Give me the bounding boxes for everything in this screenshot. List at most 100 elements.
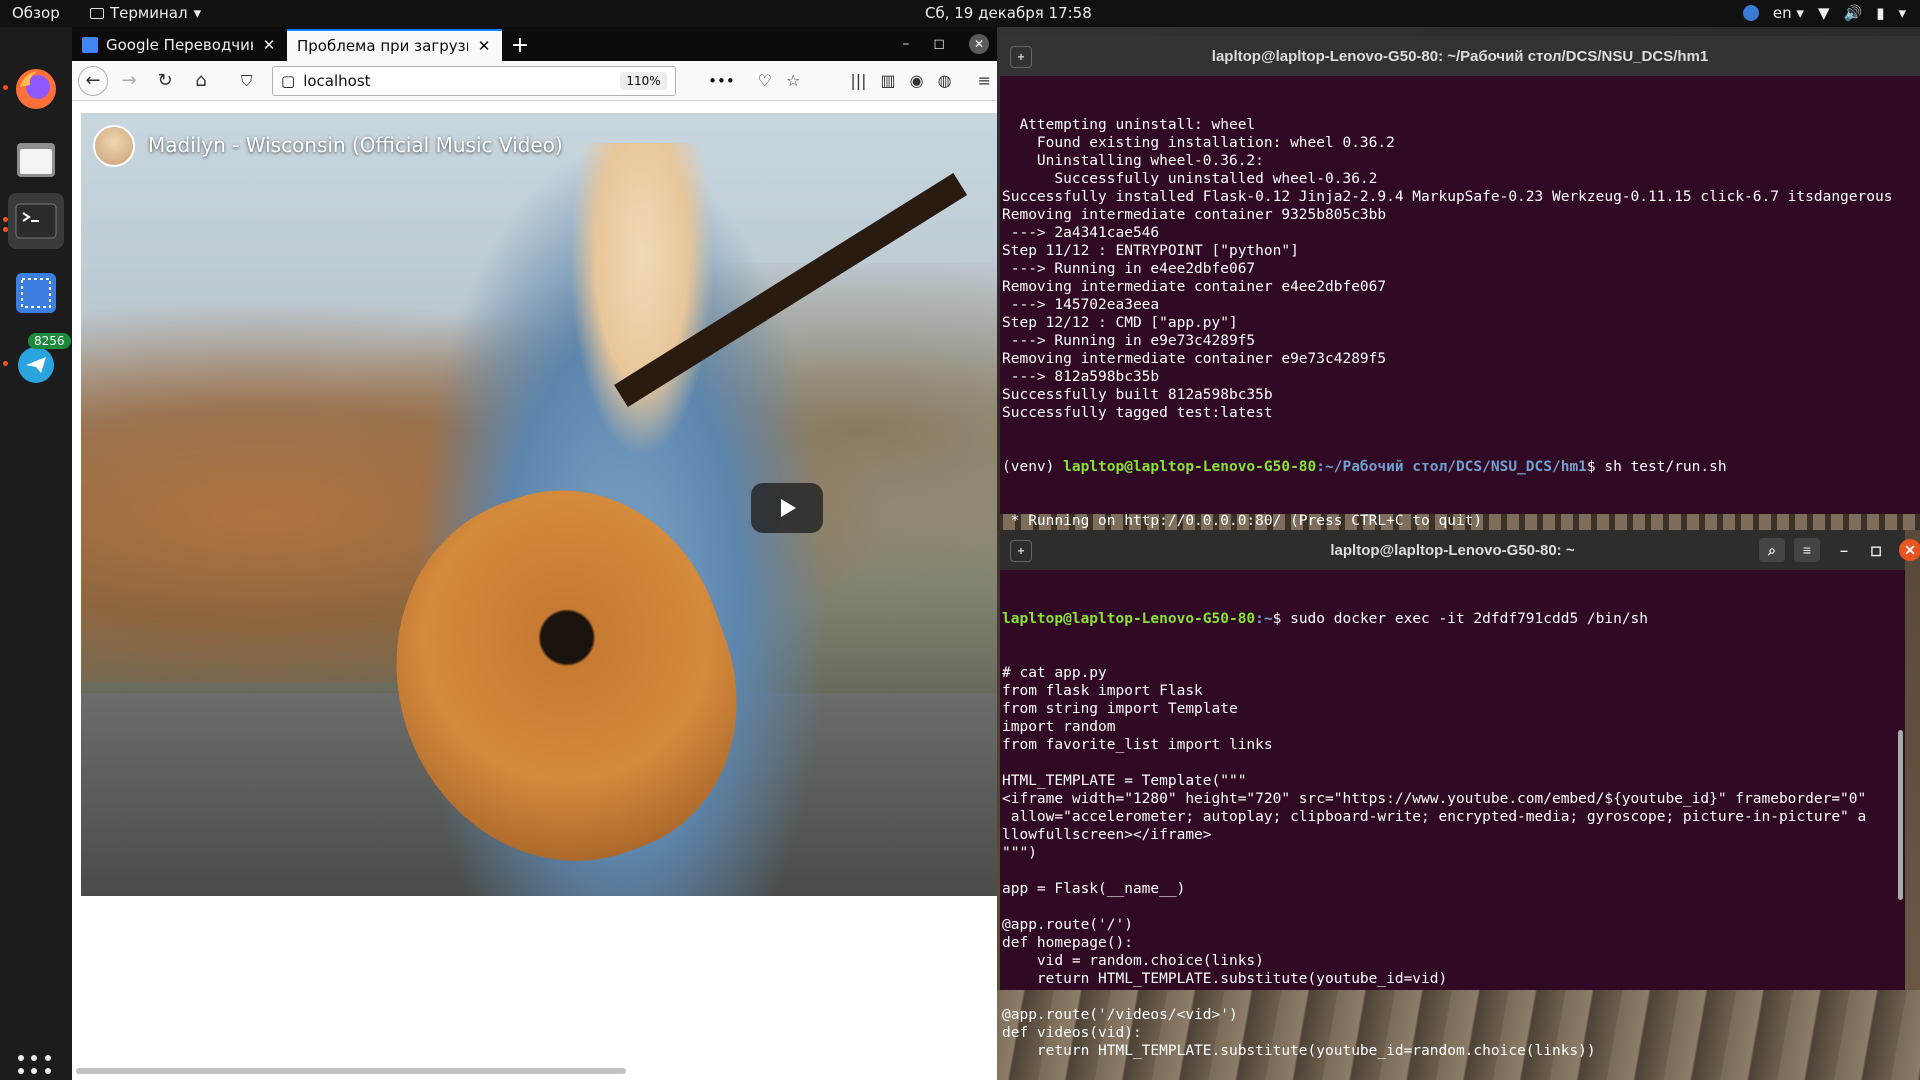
terminal-line: <iframe width="1280" height="720" src="h…: [1002, 791, 1867, 807]
translate-icon: [82, 37, 98, 53]
terminal-line: def videos(vid):: [1002, 1025, 1142, 1041]
wifi-icon[interactable]: ▼: [1818, 4, 1830, 22]
terminal-line: Step 12/12 : CMD ["app.py"]: [1002, 315, 1238, 331]
battery-icon[interactable]: ▮: [1876, 4, 1884, 22]
library-icon[interactable]: |||: [850, 71, 866, 90]
reload-button[interactable]: ↻: [150, 66, 180, 96]
terminal-line: return HTML_TEMPLATE.substitute(youtube_…: [1002, 971, 1448, 987]
terminal-title: lapltop@lapltop-Lenovo-G50-80: ~/Рабочий…: [1211, 47, 1709, 65]
terminal-line: @app.route('/'): [1002, 917, 1133, 933]
venv-prefix: (venv): [1002, 459, 1064, 475]
shield-icon[interactable]: ⛉: [241, 72, 252, 90]
more-actions-icon[interactable]: •••: [708, 72, 735, 90]
globe-icon[interactable]: [1742, 5, 1759, 21]
maximize-icon[interactable]: ◻: [1863, 538, 1889, 562]
page-icon: ▢: [281, 71, 296, 90]
language-label: en: [1772, 4, 1792, 22]
terminal-line: Found existing installation: wheel 0.36.…: [1002, 135, 1395, 151]
running-indicator: [3, 361, 8, 366]
terminal-line: Attempting uninstall: wheel: [1002, 117, 1256, 133]
page-content: Madilyn - Wisconsin (Official Music Vide…: [72, 101, 997, 1080]
horizontal-scrollbar[interactable]: [76, 1068, 626, 1074]
video-title[interactable]: Madilyn - Wisconsin (Official Music Vide…: [148, 133, 563, 157]
prompt-command: $ sudo docker exec -it 2dfdf791cdd5 /bin…: [1272, 611, 1649, 627]
close-window-button[interactable]: ✕: [969, 34, 989, 54]
terminal-line: ---> 812a598bc35b: [1002, 369, 1160, 385]
bookmark-star-icon[interactable]: ☆: [786, 71, 800, 90]
terminal-line: from favorite_list import links: [1002, 737, 1273, 753]
terminal-lines: Attempting uninstall: wheel Found existi…: [1002, 116, 1918, 422]
volume-icon[interactable]: 🔊: [1844, 4, 1863, 22]
search-icon[interactable]: ⌕: [1759, 538, 1785, 562]
dock-screenshot[interactable]: [8, 265, 64, 321]
prompt-user: lapltop@lapltop-Lenovo-G50-80: [1002, 611, 1256, 627]
tab-localhost[interactable]: Проблема при загрузке стр ✕: [287, 29, 502, 61]
dock-files[interactable]: [8, 131, 64, 187]
sidebar-icon[interactable]: ▥: [881, 71, 896, 90]
terminal-line: """): [1002, 845, 1037, 861]
dock-firefox[interactable]: [8, 61, 64, 117]
terminal-title: lapltop@lapltop-Lenovo-G50-80: ~: [1330, 541, 1575, 559]
app-menu[interactable]: Терминал ▾: [90, 4, 201, 22]
dock: 8256: [0, 27, 72, 1080]
terminal-line: Successfully built 812a598bc35b: [1002, 387, 1273, 403]
close-icon[interactable]: ✕: [1899, 539, 1920, 561]
terminal-icon: [15, 203, 57, 239]
window-controls: – ◻ ✕: [902, 27, 997, 61]
zoom-indicator[interactable]: 110%: [620, 71, 667, 90]
terminal-line: vid = random.choice(links): [1002, 953, 1264, 969]
terminal-lines: # cat app.py from flask import Flask from …: [1002, 664, 1903, 1060]
new-tab-icon[interactable]: +: [1010, 540, 1032, 562]
terminal-output[interactable]: lapltop@lapltop-Lenovo-G50-80:~$ sudo do…: [1000, 570, 1905, 1080]
hamburger-menu-icon[interactable]: ≡: [978, 71, 991, 90]
tab-google-translate[interactable]: Google Переводчик ✕: [72, 29, 287, 61]
prompt-command: $ sh test/run.sh: [1586, 459, 1727, 475]
pocket-icon[interactable]: ♡: [758, 71, 772, 90]
terminal-line: Successfully installed Flask-0.12 Jinja2…: [1002, 189, 1893, 205]
terminal-line: HTML_TEMPLATE = Template(""": [1002, 773, 1247, 789]
terminal-line: @app.route('/videos/<vid>'): [1002, 1007, 1238, 1023]
tab-title: Google Переводчик: [106, 36, 253, 54]
close-icon[interactable]: ✕: [476, 37, 492, 55]
language-indicator[interactable]: en ▾: [1773, 4, 1804, 22]
minimize-icon[interactable]: –: [1831, 538, 1857, 562]
terminal-titlebar[interactable]: + lapltop@lapltop-Lenovo-G50-80: ~/Рабоч…: [1000, 36, 1920, 76]
new-tab-button[interactable]: +: [502, 31, 538, 61]
url-bar[interactable]: ⛉ ▢ localhost 110% •••: [241, 65, 735, 96]
terminal-titlebar[interactable]: + lapltop@lapltop-Lenovo-G50-80: ~ ⌕ ≡ –…: [1000, 530, 1920, 570]
activities-button[interactable]: Обзор: [12, 4, 60, 22]
account-icon[interactable]: ◉: [910, 71, 924, 90]
terminal-line: ---> Running in e4ee2dbfe067: [1002, 261, 1256, 277]
close-icon[interactable]: ✕: [261, 36, 277, 54]
chevron-down-icon[interactable]: ▾: [1898, 4, 1906, 22]
vertical-scrollbar[interactable]: [1898, 730, 1903, 900]
terminal-line: Successfully uninstalled wheel-0.36.2: [1002, 171, 1378, 187]
play-button[interactable]: [751, 483, 823, 533]
home-button[interactable]: ⌂: [186, 66, 216, 96]
clock[interactable]: Сб, 19 декабря 17:58: [925, 4, 1092, 22]
system-tray[interactable]: en ▾ ▼ 🔊 ▮ ▾: [1742, 4, 1906, 22]
terminal-window-build[interactable]: + lapltop@lapltop-Lenovo-G50-80: ~/Рабоч…: [1000, 36, 1920, 655]
running-indicator: [3, 227, 8, 232]
terminal-prompt-line: (venv) lapltop@lapltop-Lenovo-G50-80:~/Р…: [1002, 458, 1918, 476]
back-button[interactable]: ←: [78, 65, 108, 96]
terminal-line: llowfullscreen></iframe>: [1002, 827, 1212, 843]
hamburger-menu-icon[interactable]: ≡: [1794, 538, 1820, 562]
terminal-line: Removing intermediate container 9325b805…: [1002, 207, 1387, 223]
terminal-line: from string import Template: [1002, 701, 1238, 717]
maximize-icon[interactable]: ◻: [933, 36, 945, 52]
navigation-toolbar: ← → ↻ ⌂ ⛉ ▢ localhost 110% ••• ♡ ☆ ||| ▥…: [72, 61, 997, 101]
minimize-icon[interactable]: –: [902, 36, 909, 52]
prompt-path: :~: [1255, 611, 1273, 627]
new-tab-icon[interactable]: +: [1010, 46, 1032, 68]
dock-terminal[interactable]: [8, 193, 64, 249]
channel-avatar[interactable]: [93, 125, 135, 167]
browser-window: Google Переводчик ✕ Проблема при загрузк…: [72, 27, 997, 1080]
globe-icon[interactable]: ◍: [938, 71, 952, 90]
terminal-window-shell[interactable]: + lapltop@lapltop-Lenovo-G50-80: ~ ⌕ ≡ –…: [1000, 530, 1920, 1059]
url-text[interactable]: localhost: [303, 72, 612, 90]
show-applications-button[interactable]: [18, 1055, 52, 1080]
youtube-embed[interactable]: Madilyn - Wisconsin (Official Music Vide…: [81, 113, 997, 896]
forward-button[interactable]: →: [114, 66, 144, 96]
